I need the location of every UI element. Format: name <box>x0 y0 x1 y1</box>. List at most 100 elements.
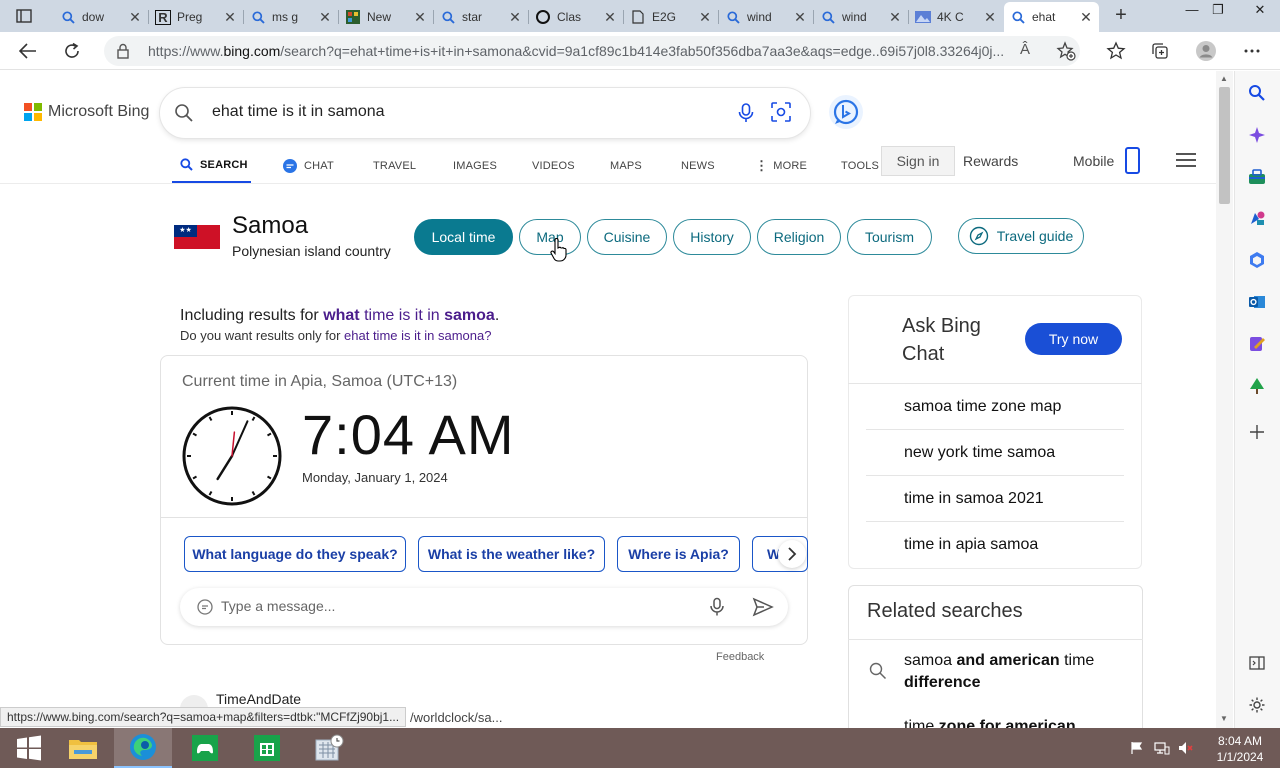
taskbar-file-explorer[interactable] <box>54 728 112 768</box>
sidebar-copilot-sparkle-icon[interactable] <box>1246 124 1268 146</box>
search-box[interactable]: ehat time is it in samona <box>160 88 810 138</box>
browser-tab[interactable]: dow ✕ <box>54 2 148 32</box>
close-tab-icon[interactable]: ✕ <box>888 9 902 26</box>
chips-next-button[interactable] <box>778 540 806 568</box>
close-tab-icon[interactable]: ✕ <box>603 9 617 26</box>
try-now-button[interactable]: Try now <box>1025 323 1122 355</box>
result-url[interactable]: /worldclock/sa... <box>410 710 502 725</box>
browser-tab[interactable]: ms g ✕ <box>244 2 338 32</box>
scope-images[interactable]: IMAGES <box>453 148 497 184</box>
entity-title[interactable]: Samoa <box>232 212 308 240</box>
start-button[interactable] <box>0 728 58 768</box>
browser-tab[interactable]: wind ✕ <box>814 2 908 32</box>
window-close-button[interactable]: ✕ <box>1240 0 1280 22</box>
microphone-icon[interactable] <box>736 102 756 124</box>
close-tab-icon[interactable]: ✕ <box>983 9 997 26</box>
related-search-item[interactable]: samoa and american time difference <box>904 650 1124 694</box>
travel-guide-button[interactable]: Travel guide <box>958 218 1084 254</box>
browser-tab[interactable]: New ✕ <box>339 2 433 32</box>
scope-news[interactable]: NEWS <box>681 148 715 184</box>
send-icon[interactable] <box>752 597 774 617</box>
original-query-link[interactable]: ehat time is it in samona <box>344 328 484 343</box>
taskbar-edge[interactable] <box>114 728 172 768</box>
settings-more-button[interactable] <box>1240 40 1264 62</box>
browser-tab[interactable]: R Preg ✕ <box>149 2 243 32</box>
favorites-button[interactable] <box>1104 40 1128 62</box>
tab-actions-button[interactable] <box>8 5 40 27</box>
chip-language[interactable]: What language do they speak? <box>184 536 406 572</box>
new-tab-button[interactable]: + <box>1110 5 1132 26</box>
sidebar-m365-icon[interactable] <box>1246 249 1268 271</box>
page-scrollbar[interactable]: ▲ ▼ <box>1216 71 1233 728</box>
action-center-flag-icon[interactable] <box>1129 740 1145 756</box>
sidebar-shopping-icon[interactable] <box>1246 166 1268 188</box>
close-tab-icon[interactable]: ✕ <box>318 9 332 26</box>
chip-weather[interactable]: What is the weather like? <box>418 536 605 572</box>
microphone-icon[interactable] <box>708 597 726 617</box>
sidebar-settings-gear-icon[interactable] <box>1246 694 1268 716</box>
refresh-button[interactable] <box>58 38 86 64</box>
sidebar-outlook-icon[interactable] <box>1246 291 1268 313</box>
browser-tab[interactable]: ehat ✕ <box>1004 2 1099 32</box>
address-bar[interactable]: https://www.bing.com/search?q=ehat+time+… <box>104 36 1080 66</box>
scope-travel[interactable]: TRAVEL <box>373 148 416 184</box>
back-button[interactable] <box>14 38 42 64</box>
browser-tab[interactable]: 4K C ✕ <box>909 2 1003 32</box>
sidebar-designer-icon[interactable] <box>1246 333 1268 355</box>
pill-cuisine[interactable]: Cuisine <box>587 219 667 255</box>
sidebar-add-icon[interactable] <box>1246 421 1268 443</box>
profile-button[interactable] <box>1194 40 1218 62</box>
scope-tools[interactable]: TOOLS <box>841 148 879 184</box>
scope-chat[interactable]: CHAT <box>282 148 334 184</box>
sign-in-button[interactable]: Sign in <box>881 146 955 176</box>
read-aloud-icon[interactable]: Â <box>1020 41 1030 58</box>
close-tab-icon[interactable]: ✕ <box>508 9 522 26</box>
network-icon[interactable] <box>1154 740 1170 756</box>
pill-local-time[interactable]: Local time <box>414 219 513 255</box>
scope-more[interactable]: ⋮ MORE <box>755 148 807 184</box>
rewards-link[interactable]: Rewards <box>963 153 1018 169</box>
pill-history[interactable]: History <box>673 219 751 255</box>
scope-maps[interactable]: MAPS <box>610 148 642 184</box>
chat-suggestion[interactable]: new york time samoa <box>866 430 1124 476</box>
system-clock[interactable]: 8:04 AM 1/1/2024 <box>1212 733 1268 765</box>
chat-suggestion[interactable]: time in samoa 2021 <box>866 476 1124 522</box>
maximize-button[interactable]: ❐ <box>1198 0 1238 22</box>
sidebar-games-icon[interactable] <box>1246 207 1268 229</box>
sidebar-hide-icon[interactable] <box>1246 652 1268 674</box>
taskbar-calendar[interactable] <box>300 728 358 768</box>
sidebar-tree-icon[interactable] <box>1246 375 1268 397</box>
feedback-link[interactable]: Feedback <box>716 651 764 663</box>
scroll-down-arrow-icon[interactable]: ▼ <box>1220 714 1228 723</box>
chat-suggestion[interactable]: samoa time zone map <box>866 384 1124 430</box>
search-query-text[interactable]: ehat time is it in samona <box>212 103 385 121</box>
mobile-phone-icon[interactable] <box>1125 147 1140 174</box>
bing-logo[interactable]: Microsoft Bing <box>24 103 149 121</box>
scrollbar-thumb[interactable] <box>1219 87 1230 204</box>
chat-message-input[interactable]: Type a message... <box>180 588 788 626</box>
taskbar-xbox[interactable] <box>176 728 234 768</box>
close-tab-icon[interactable]: ✕ <box>698 9 712 26</box>
chat-suggestion[interactable]: time in apia samoa <box>866 522 1124 568</box>
result-site-name[interactable]: TimeAndDate <box>216 691 301 707</box>
browser-tab[interactable]: Clas ✕ <box>529 2 623 32</box>
close-tab-icon[interactable]: ✕ <box>223 9 237 26</box>
pill-religion[interactable]: Religion <box>757 219 841 255</box>
collections-button[interactable] <box>1148 40 1172 62</box>
add-favorite-icon[interactable] <box>1056 41 1076 61</box>
scope-videos[interactable]: VIDEOS <box>532 148 575 184</box>
volume-muted-icon[interactable] <box>1178 740 1194 756</box>
taskbar-store[interactable] <box>238 728 296 768</box>
close-tab-icon[interactable]: ✕ <box>1079 9 1093 26</box>
browser-tab[interactable]: E2G ✕ <box>624 2 718 32</box>
browser-tab[interactable]: star ✕ <box>434 2 528 32</box>
scroll-up-arrow-icon[interactable]: ▲ <box>1220 74 1228 83</box>
scope-search[interactable]: SEARCH <box>172 148 251 184</box>
hamburger-menu-icon[interactable] <box>1176 153 1196 167</box>
close-tab-icon[interactable]: ✕ <box>128 9 142 26</box>
copilot-button[interactable] <box>829 95 863 129</box>
close-tab-icon[interactable]: ✕ <box>793 9 807 26</box>
sidebar-search-icon[interactable] <box>1246 82 1268 104</box>
pill-tourism[interactable]: Tourism <box>847 219 932 255</box>
visual-search-icon[interactable] <box>770 101 792 123</box>
